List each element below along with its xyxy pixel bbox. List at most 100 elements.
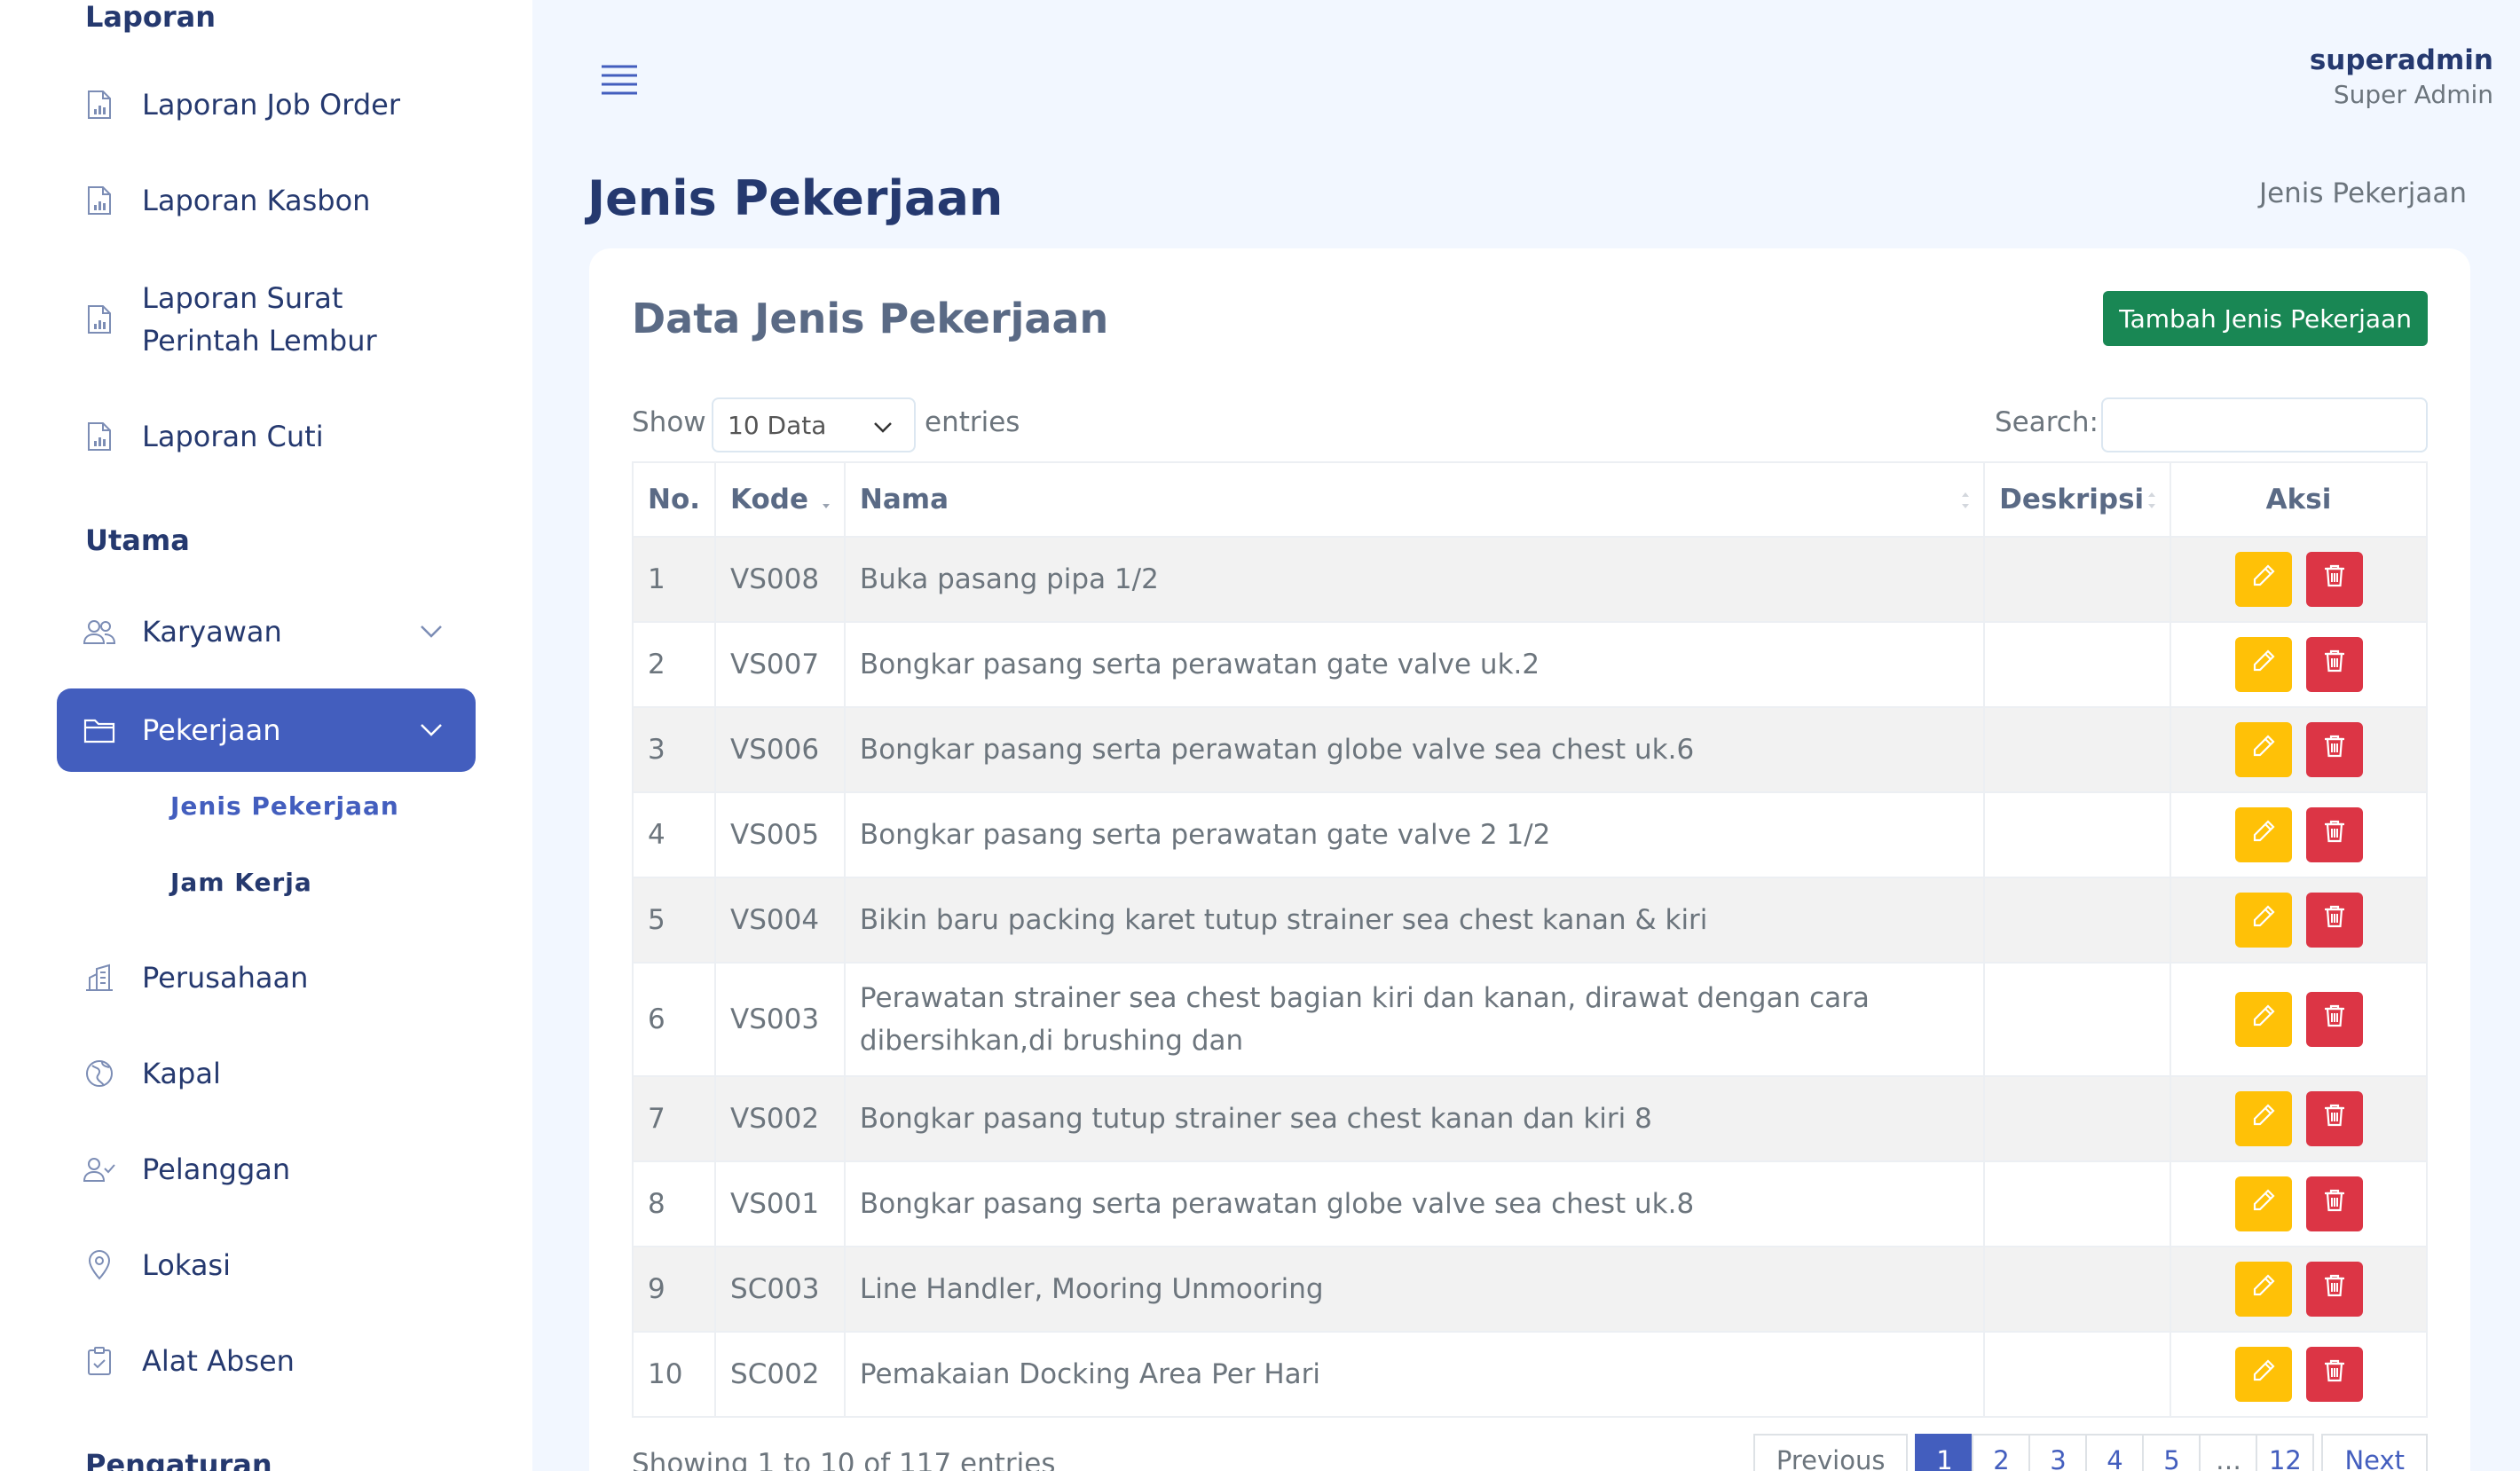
cell-aksi — [2170, 1075, 2428, 1162]
sidebar-item-label: Alat Absen — [142, 1344, 295, 1378]
hamburger-icon — [600, 64, 639, 99]
folder-icon — [83, 714, 115, 746]
cell-kode: SC003 — [714, 1246, 846, 1333]
delete-button[interactable] — [2305, 992, 2363, 1047]
sidebar-section-laporan: Laporan — [85, 0, 217, 34]
sidebar-item-pelanggan[interactable]: Pelanggan — [57, 1145, 476, 1194]
pagination-page[interactable]: 1 — [1915, 1434, 1974, 1471]
sidebar-section-pengaturan: Pengaturan — [85, 1448, 272, 1471]
delete-button[interactable] — [2305, 1176, 2363, 1231]
delete-button[interactable] — [2305, 722, 2363, 777]
sidebar-item-laporan-spl[interactable]: Laporan Surat Perintah Lembur — [57, 273, 476, 366]
sort-desc-icon — [822, 492, 830, 508]
cell-deskripsi — [1983, 791, 2172, 878]
report-icon — [83, 421, 115, 452]
delete-button[interactable] — [2305, 1262, 2363, 1317]
cell-no: 8 — [631, 1160, 717, 1247]
pencil-icon — [2251, 1103, 2276, 1135]
add-jenis-pekerjaan-button[interactable]: Tambah Jenis Pekerjaan — [2103, 291, 2428, 346]
pagination-next[interactable]: Next — [2321, 1434, 2428, 1471]
user-name[interactable]: superadmin — [2310, 44, 2493, 76]
chevron-down-icon — [419, 619, 444, 644]
column-header-no[interactable]: No. — [631, 461, 717, 538]
delete-button[interactable] — [2305, 893, 2363, 948]
sidebar-item-pekerjaan[interactable]: Pekerjaan — [57, 688, 476, 772]
show-label: Show — [632, 406, 706, 438]
search-input[interactable] — [2101, 397, 2428, 452]
edit-button[interactable] — [2234, 637, 2292, 692]
cell-kode: VS004 — [714, 877, 846, 964]
cell-deskripsi — [1983, 877, 2172, 964]
delete-button[interactable] — [2305, 1347, 2363, 1402]
pagination-page[interactable]: 3 — [2028, 1434, 2088, 1471]
edit-button[interactable] — [2234, 807, 2292, 862]
cell-aksi — [2170, 877, 2428, 964]
edit-button[interactable] — [2234, 1262, 2292, 1317]
hamburger-menu-button[interactable] — [595, 62, 644, 101]
sidebar-item-kapal[interactable]: Kapal — [57, 1049, 476, 1098]
cell-kode: VS001 — [714, 1160, 846, 1247]
edit-button[interactable] — [2234, 1176, 2292, 1231]
sidebar-item-laporan-job-order[interactable]: Laporan Job Order — [57, 80, 476, 130]
cell-aksi — [2170, 706, 2428, 793]
pencil-icon — [2251, 904, 2276, 936]
pencil-icon — [2251, 734, 2276, 766]
sidebar-item-label: Laporan Kasbon — [142, 184, 371, 217]
pagination-page[interactable]: 12 — [2256, 1434, 2315, 1471]
sidebar-item-alat-absen[interactable]: Alat Absen — [57, 1336, 476, 1386]
table-row: 4 VS005 Bongkar pasang serta perawatan gat… — [631, 791, 2428, 878]
data-card: Data Jenis Pekerjaan Tambah Jenis Pekerj… — [589, 248, 2470, 1471]
cell-aksi — [2170, 1246, 2428, 1333]
cell-no: 9 — [631, 1246, 717, 1333]
pagination-page[interactable]: 4 — [2085, 1434, 2145, 1471]
delete-button[interactable] — [2305, 807, 2363, 862]
edit-button[interactable] — [2234, 893, 2292, 948]
cell-no: 7 — [631, 1075, 717, 1162]
edit-button[interactable] — [2234, 552, 2292, 607]
cell-nama: Bongkar pasang tutup strainer sea chest … — [843, 1075, 1986, 1162]
person-check-icon — [83, 1153, 115, 1185]
entries-length-select[interactable]: 10 Data — [712, 397, 916, 452]
sidebar-item-perusahaan[interactable]: Perusahaan — [57, 953, 476, 1003]
edit-button[interactable] — [2234, 1347, 2292, 1402]
user-role: Super Admin — [2333, 80, 2493, 109]
sidebar-item-label: Perusahaan — [142, 961, 309, 995]
edit-button[interactable] — [2234, 1091, 2292, 1146]
trash-icon — [2323, 1188, 2346, 1220]
pencil-icon — [2251, 998, 2276, 1041]
pagination-page[interactable]: 2 — [1972, 1434, 2031, 1471]
submenu-item-jam-kerja[interactable]: Jam Kerja — [170, 868, 312, 897]
sidebar-item-label: Pekerjaan — [142, 713, 281, 747]
submenu-item-jenis-pekerjaan[interactable]: Jenis Pekerjaan — [170, 791, 399, 821]
edit-button[interactable] — [2234, 722, 2292, 777]
pagination-page[interactable]: 5 — [2142, 1434, 2201, 1471]
table-info: Showing 1 to 10 of 117 entries — [632, 1448, 1056, 1471]
delete-button[interactable] — [2305, 1091, 2363, 1146]
cell-kode: VS007 — [714, 621, 846, 708]
cell-no: 3 — [631, 706, 717, 793]
sidebar-item-lokasi[interactable]: Lokasi — [57, 1240, 476, 1290]
table-row: 5 VS004 Bikin baru packing karet tutup str… — [631, 877, 2428, 964]
trash-icon — [2323, 649, 2346, 680]
breadcrumb[interactable]: Jenis Pekerjaan — [2259, 177, 2467, 209]
delete-button[interactable] — [2305, 637, 2363, 692]
trash-icon — [2323, 734, 2346, 766]
column-header-kode[interactable]: Kode — [714, 461, 846, 538]
edit-button[interactable] — [2234, 992, 2292, 1047]
column-header-nama[interactable]: Nama — [843, 461, 1986, 538]
sidebar-item-laporan-kasbon[interactable]: Laporan Kasbon — [57, 176, 476, 225]
column-header-aksi: Aksi — [2170, 461, 2428, 538]
cell-nama: Perawatan strainer sea chest bagian kiri… — [843, 962, 1986, 1077]
trash-icon — [2323, 1273, 2346, 1305]
pencil-icon — [2251, 649, 2276, 680]
cell-nama: Bongkar pasang serta perawatan gate valv… — [843, 791, 1986, 878]
pencil-icon — [2251, 563, 2276, 595]
delete-button[interactable] — [2305, 552, 2363, 607]
sidebar-item-laporan-cuti[interactable]: Laporan Cuti — [57, 412, 476, 461]
sidebar-item-karyawan[interactable]: Karyawan — [57, 607, 476, 657]
column-header-deskripsi[interactable]: Deskripsi — [1983, 461, 2172, 538]
cell-aksi — [2170, 1160, 2428, 1247]
pagination-previous[interactable]: Previous — [1752, 1434, 1909, 1471]
entries-label: entries — [925, 406, 1020, 438]
cell-deskripsi — [1983, 706, 2172, 793]
